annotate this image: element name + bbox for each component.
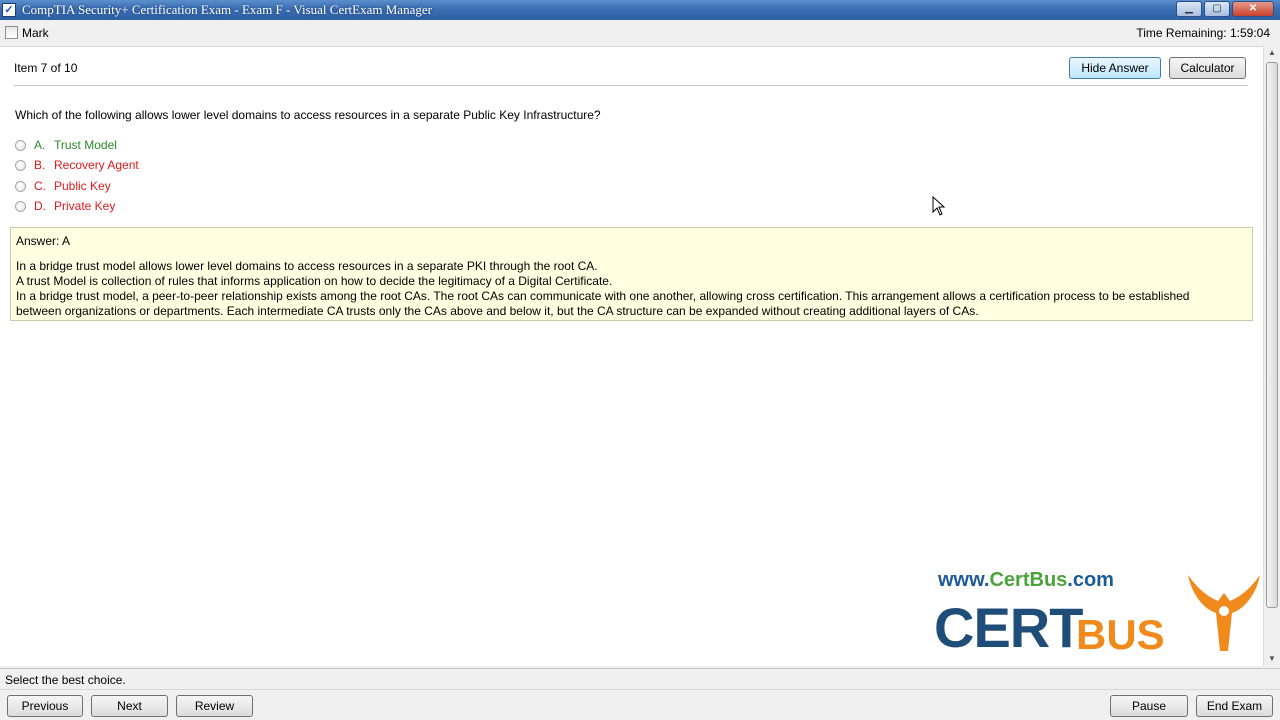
choice-text: Public Key bbox=[54, 179, 111, 193]
header-divider bbox=[14, 85, 1248, 86]
choice-c[interactable]: C. Public Key bbox=[15, 178, 111, 194]
choice-letter: A. bbox=[34, 138, 46, 152]
review-button[interactable]: Review bbox=[176, 695, 253, 717]
minimize-icon[interactable]: ▁ bbox=[1176, 1, 1202, 17]
answer-explanation: Answer: A In a bridge trust model allows… bbox=[10, 227, 1253, 321]
mark-label[interactable]: Mark bbox=[22, 26, 49, 40]
maximize-icon[interactable]: ▢ bbox=[1204, 1, 1230, 17]
navigation-bar: Previous Next Review Pause End Exam bbox=[0, 689, 1280, 720]
choice-letter: B. bbox=[34, 158, 46, 172]
scroll-thumb[interactable] bbox=[1266, 62, 1278, 608]
radio-button[interactable] bbox=[15, 180, 26, 192]
next-button[interactable]: Next bbox=[91, 695, 168, 717]
radio-button[interactable] bbox=[15, 200, 26, 212]
watermark-url: www.CertBus.com bbox=[938, 569, 1114, 591]
close-icon[interactable]: ✕ bbox=[1232, 1, 1274, 17]
watermark-brand-bus: BUS bbox=[1076, 611, 1165, 658]
choice-d[interactable]: D. Private Key bbox=[15, 198, 115, 214]
pause-button[interactable]: Pause bbox=[1110, 695, 1188, 717]
choice-text: Trust Model bbox=[54, 138, 117, 152]
choice-text: Recovery Agent bbox=[54, 158, 139, 172]
explanation-line: between organizations or departments. Ea… bbox=[16, 304, 979, 318]
radio-button[interactable] bbox=[15, 159, 26, 171]
question-text: Which of the following allows lower leve… bbox=[15, 108, 601, 122]
mark-checkbox[interactable] bbox=[5, 26, 18, 39]
choice-letter: D. bbox=[34, 199, 46, 213]
scroll-up-icon[interactable]: ▲ bbox=[1266, 46, 1278, 60]
window-controls: ▁ ▢ ✕ bbox=[1174, 1, 1274, 17]
window-title: CompTIA Security+ Certification Exam - E… bbox=[22, 2, 432, 17]
calculator-button[interactable]: Calculator bbox=[1169, 57, 1246, 79]
status-bar: Select the best choice. bbox=[0, 668, 1280, 689]
vertical-scrollbar[interactable]: ▲ ▼ bbox=[1263, 46, 1280, 666]
radio-button[interactable] bbox=[15, 139, 26, 151]
status-text: Select the best choice. bbox=[5, 673, 126, 687]
explanation-line: In a bridge trust model, a peer-to-peer … bbox=[16, 289, 1190, 303]
mouse-cursor-icon bbox=[932, 196, 946, 216]
certbus-pen-logo-icon bbox=[1188, 575, 1260, 651]
choice-b[interactable]: B. Recovery Agent bbox=[15, 157, 139, 173]
choice-a[interactable]: A. Trust Model bbox=[15, 137, 117, 153]
window-titlebar[interactable]: ✓ CompTIA Security+ Certification Exam -… bbox=[0, 0, 1280, 20]
choice-text: Private Key bbox=[54, 199, 116, 213]
app-checkmark-icon: ✓ bbox=[2, 3, 16, 17]
choice-letter: C. bbox=[34, 179, 46, 193]
time-remaining: Time Remaining: 1:59:04 bbox=[1136, 26, 1270, 40]
item-counter: Item 7 of 10 bbox=[14, 61, 78, 75]
end-exam-button[interactable]: End Exam bbox=[1196, 695, 1273, 717]
hide-answer-button[interactable]: Hide Answer bbox=[1069, 57, 1161, 79]
question-panel: Item 7 of 10 Hide Answer Calculator Whic… bbox=[0, 46, 1263, 666]
previous-button[interactable]: Previous bbox=[7, 695, 83, 717]
exam-toolbar: Mark Time Remaining: 1:59:04 bbox=[0, 20, 1280, 45]
certbus-watermark: www.CertBus.com CERT BUS bbox=[934, 569, 1264, 659]
explanation-line: In a bridge trust model allows lower lev… bbox=[16, 259, 598, 273]
watermark-brand-cert: CERT bbox=[934, 596, 1083, 659]
scroll-down-icon[interactable]: ▼ bbox=[1266, 652, 1278, 666]
explanation-line: A trust Model is collection of rules tha… bbox=[16, 274, 613, 288]
answer-title: Answer: A bbox=[16, 234, 71, 248]
